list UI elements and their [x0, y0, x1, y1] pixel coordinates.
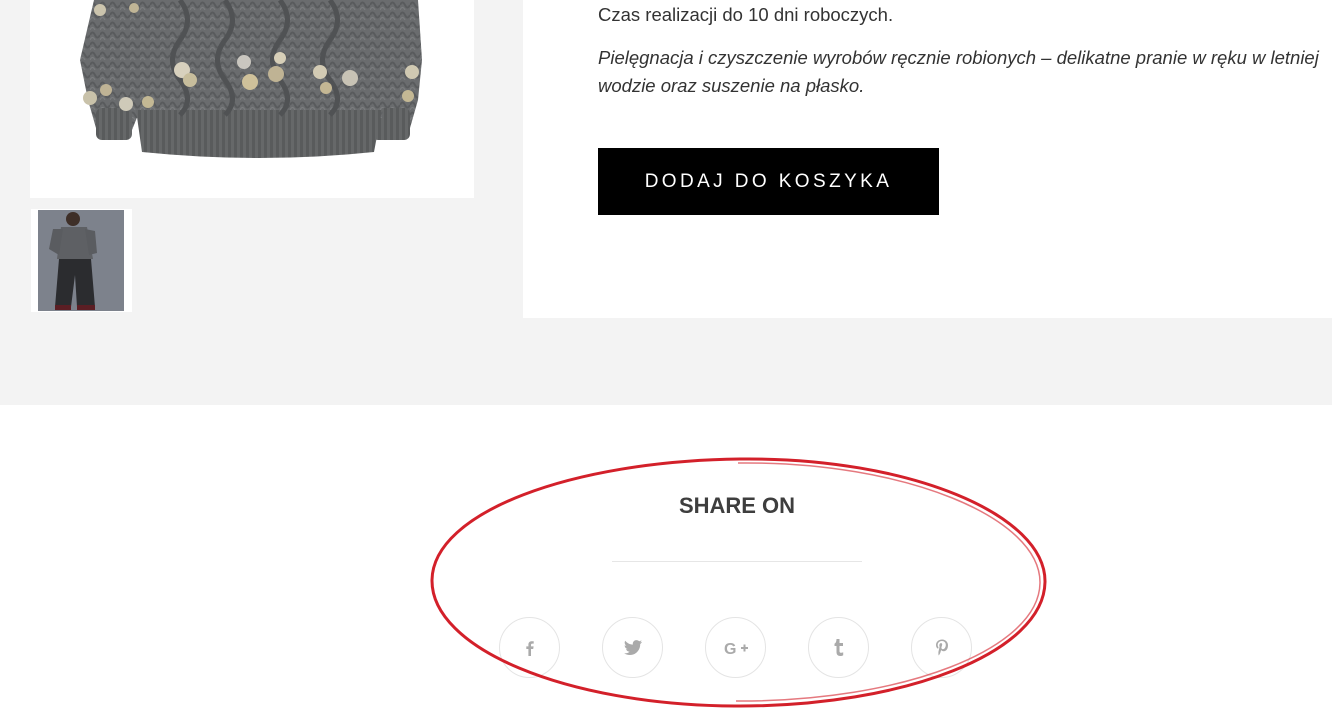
add-to-cart-button[interactable]: DODAJ DO KOSZYKA [598, 148, 939, 215]
product-thumbnail[interactable] [31, 209, 132, 312]
share-divider [612, 561, 862, 562]
share-google-plus-button[interactable]: G [705, 617, 766, 678]
share-tumblr-button[interactable] [808, 617, 869, 678]
share-twitter-button[interactable] [602, 617, 663, 678]
facebook-icon [525, 640, 534, 656]
twitter-icon [623, 640, 642, 655]
pinterest-icon [935, 639, 948, 656]
share-pinterest-button[interactable] [911, 617, 972, 678]
model-photo-thumbnail [31, 209, 132, 312]
share-heading: SHARE ON [678, 493, 796, 518]
care-instructions-text: Pielęgnacja i czyszczenie wyrobów ręczni… [598, 47, 1319, 96]
product-main-image[interactable] [30, 0, 474, 198]
product-info-panel: Czas realizacji do 10 dni roboczych. Pie… [523, 0, 1332, 318]
tumblr-icon [834, 639, 843, 656]
sweater-image [80, 0, 422, 158]
google-plus-icon: G [724, 641, 748, 656]
share-facebook-button[interactable] [499, 617, 560, 678]
svg-text:G: G [724, 641, 736, 656]
lead-time-text: Czas realizacji do 10 dni roboczych. [598, 4, 894, 25]
